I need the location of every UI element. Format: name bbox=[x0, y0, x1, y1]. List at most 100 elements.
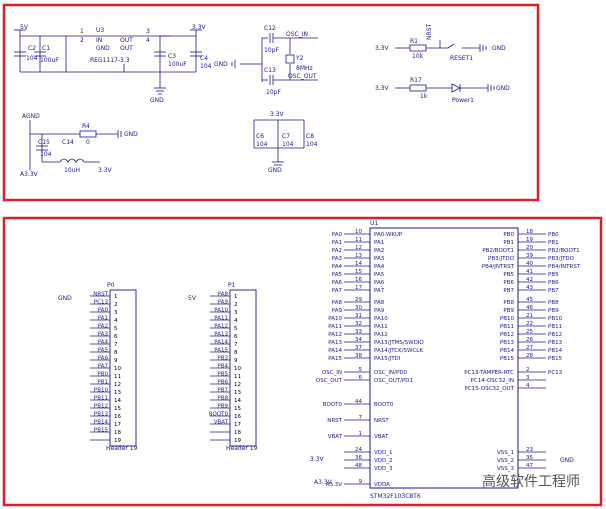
mcu-right-pin-number: 41 bbox=[526, 269, 533, 275]
ldo-pin-4: 4 bbox=[146, 37, 150, 44]
p0-net-label: PA4 bbox=[98, 340, 109, 346]
mcu-right-net-label: PB5 bbox=[548, 272, 559, 278]
p0-pin-number: 7 bbox=[114, 342, 118, 348]
p1-ref: P1 bbox=[228, 282, 236, 289]
mcu-left-pin-name: PA5 bbox=[374, 272, 385, 278]
vcc-5v-label: 5V bbox=[20, 24, 29, 31]
led-3v3-label: 3.3V bbox=[375, 85, 390, 92]
mcu-left-pin-name: PA2 bbox=[374, 248, 384, 254]
mcu-left-pin-name: PA7 bbox=[374, 288, 385, 294]
p0-pin-number: 2 bbox=[114, 302, 118, 308]
p0-pin-number: 6 bbox=[114, 334, 118, 340]
mcu-left-pin-number: 11 bbox=[355, 237, 362, 243]
mcu-right-pin-number: 45 bbox=[526, 297, 533, 303]
mcu-right-pin-number: 4 bbox=[526, 383, 530, 389]
reset-switch-label: RESET1 bbox=[450, 55, 473, 62]
p0-net-label: PA3 bbox=[98, 332, 109, 338]
r4-value: 0 bbox=[86, 139, 90, 146]
mcu-left-pin-number: 44 bbox=[355, 399, 362, 405]
mcu-right-net-label: PB10 bbox=[548, 316, 563, 322]
mcu-right-pin-number: 18 bbox=[526, 229, 533, 235]
p1-net-label: PB4 bbox=[217, 364, 228, 370]
mcu-left-pin-name: VDD_2 bbox=[374, 458, 392, 464]
p1-pin-number: 13 bbox=[234, 390, 241, 396]
p1-net-label: PB5 bbox=[217, 372, 228, 378]
mcu-right-pin-name: PB11 bbox=[500, 324, 514, 330]
p0-pin-number: 8 bbox=[114, 350, 118, 356]
inductor-value: 10uH bbox=[64, 167, 80, 174]
p0-net-label: PB10 bbox=[94, 388, 109, 394]
mcu-left-pin-name: BOOT0 bbox=[374, 402, 394, 408]
p1-net-label: BOOT0 bbox=[209, 412, 229, 418]
mcu-left-pin-name: PA0-WKUP bbox=[374, 232, 403, 238]
r17-ref: R17 bbox=[410, 77, 422, 84]
agnd-label: AGND bbox=[22, 113, 40, 120]
mcu-right-pin-name: PB14 bbox=[500, 348, 515, 354]
mcu-ref: U1 bbox=[370, 220, 378, 227]
p0-ref: P0 bbox=[107, 282, 115, 289]
mcu-part: STM32F103C8T6 bbox=[370, 493, 421, 500]
mcu-left-net-label: PA13 bbox=[328, 340, 342, 346]
mcu-right-pin-number: 39 bbox=[526, 253, 533, 259]
mcu-left-pin-number: 6 bbox=[359, 375, 363, 381]
mcu-left-net-label: BOOT0 bbox=[323, 402, 343, 408]
p1-pin-number: 6 bbox=[234, 334, 238, 340]
mcu-left-pin-name: VDDA bbox=[374, 482, 390, 488]
mcu-right-pin-name: PB3/JTDO bbox=[488, 256, 515, 262]
p0-net-label: PA7 bbox=[98, 364, 109, 370]
schematic-canvas: 5V 3.3V U3 IN OUT GND OUT REG1117-3.3 1 … bbox=[2, 3, 603, 507]
ldo-pin-out-top: OUT bbox=[120, 37, 133, 44]
mcu-left-net-label: PA4 bbox=[332, 264, 343, 270]
mcu-right-pin-name: PB7 bbox=[503, 288, 514, 294]
mcu-right-pin-number: 21 bbox=[526, 313, 533, 319]
mcu-right-pin-number: 42 bbox=[526, 277, 533, 283]
mcu-left-pin-name: OSC_OUT/PD1 bbox=[374, 378, 413, 384]
mcu-left-net-label: PA11 bbox=[328, 324, 342, 330]
mcu-right-pin-number: 26 bbox=[526, 337, 533, 343]
p0-pin-number: 13 bbox=[114, 390, 121, 396]
watermark: 高级软件工程师 bbox=[482, 473, 580, 490]
p0-pin-number: 9 bbox=[114, 358, 118, 364]
p1-net-label: VBAT bbox=[214, 420, 229, 426]
mcu-left-pin-number: 12 bbox=[355, 245, 362, 251]
decap-gnd-label: GND bbox=[268, 167, 282, 174]
c3-ref: C3 bbox=[168, 53, 176, 60]
mcu-left-pin-number: 32 bbox=[355, 321, 362, 327]
mcu-left-net-label: PA1 bbox=[332, 240, 342, 246]
p1-net-label: PA15 bbox=[214, 348, 228, 354]
p1-pin-number: 8 bbox=[234, 350, 238, 356]
mcu-right-net-label: PB12 bbox=[548, 332, 562, 338]
c8-ref: C8 bbox=[306, 133, 314, 140]
mcu-right-pin-name: VSS_3 bbox=[497, 466, 514, 472]
p1-net-label: PA8 bbox=[218, 292, 229, 298]
mcu-right-pin-name: PB8 bbox=[503, 300, 514, 306]
mcu-right-net-label: PB1 bbox=[548, 240, 559, 246]
r17-value: 1k bbox=[420, 93, 428, 100]
ldo-gnd-label: GND bbox=[150, 97, 164, 104]
mcu-left-pin-name: VDD_3 bbox=[374, 466, 393, 472]
c1-value: 104 bbox=[26, 55, 38, 62]
p0-net-label: PA5 bbox=[98, 348, 109, 354]
mcu-left-pin-number: 13 bbox=[355, 253, 362, 259]
p1-net-label: PB3 bbox=[217, 356, 228, 362]
nrst-net: NRST bbox=[426, 24, 433, 40]
mcu-right-net-label: PB2/BOOT1 bbox=[548, 248, 580, 254]
p1-net-label: PA13 bbox=[214, 332, 228, 338]
p1-5v-label: 5V bbox=[188, 295, 197, 302]
mcu-left-net-label: PA3 bbox=[332, 256, 343, 262]
c15-ref: C15 bbox=[38, 139, 50, 146]
p1-pins: 1PA82PA93PA104PA115PA126PA137PA148PA159P… bbox=[209, 289, 257, 447]
c4-value: 104 bbox=[200, 63, 212, 70]
mcu-right-pin-number: 22 bbox=[526, 321, 533, 327]
led-gnd-label: GND bbox=[496, 85, 510, 92]
r4-ref: R4 bbox=[82, 123, 90, 130]
mcu-right-net-label: PB11 bbox=[548, 324, 562, 330]
mcu-right-pin-name: PB4/JNTRST bbox=[482, 264, 515, 270]
p1-pin-number: 12 bbox=[234, 382, 241, 388]
c1-ref: C1 bbox=[42, 45, 50, 52]
mcu-right-pin-number: 43 bbox=[526, 285, 533, 291]
mcu-right-pin-number: 23 bbox=[526, 447, 533, 453]
p0-net-label: PB15 bbox=[94, 428, 109, 434]
mcu-right-net-label: PB4/INTRST bbox=[548, 264, 581, 270]
mcu-left-pin-name: OSC_IN/PD0 bbox=[374, 370, 408, 376]
